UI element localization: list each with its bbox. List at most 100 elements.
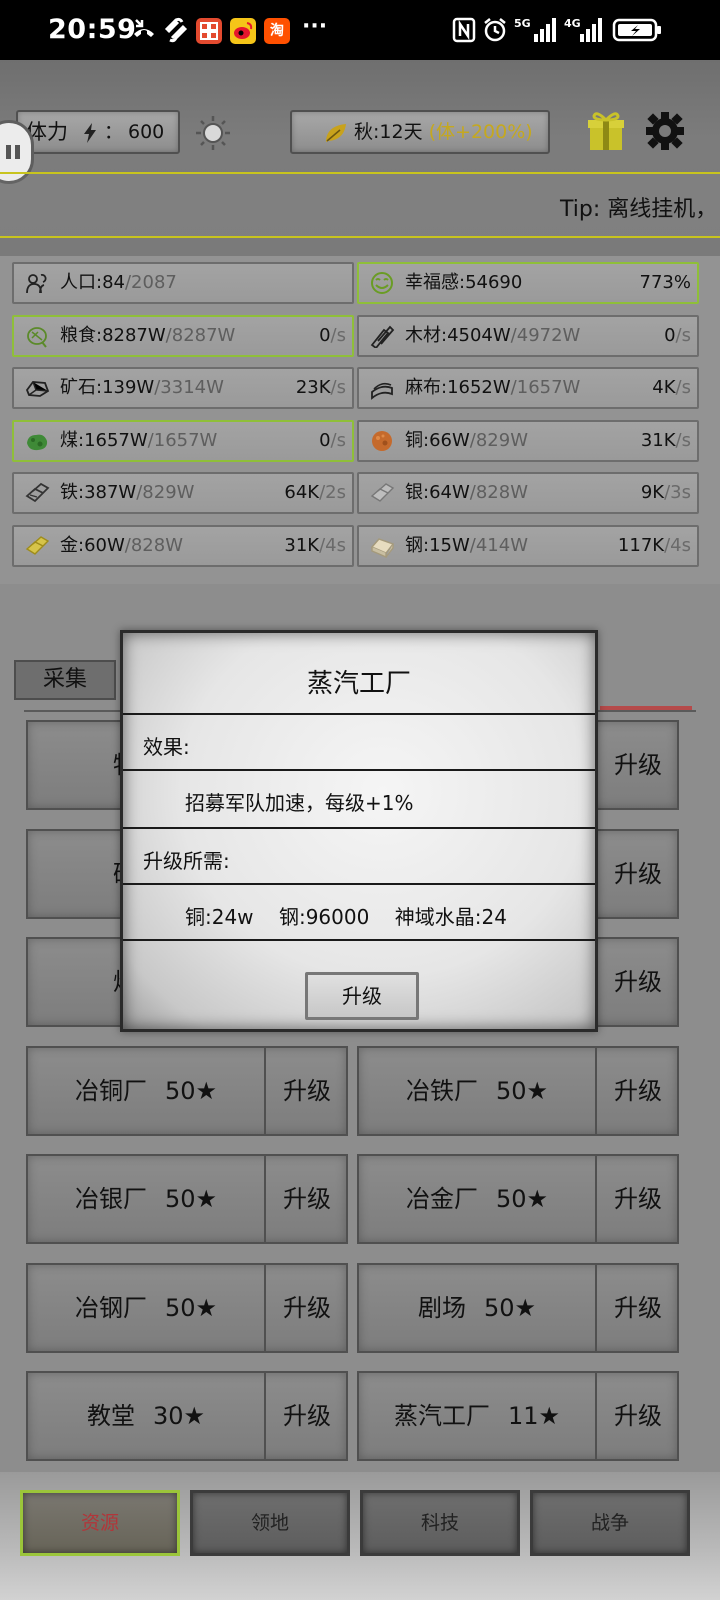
building-upgrade-button[interactable]: 升级 xyxy=(597,1265,679,1351)
resource-cell[interactable]: 煤:1657W/1657W 0/s xyxy=(12,419,354,462)
building-upgrade-button[interactable]: 升级 xyxy=(597,831,679,917)
resource-amount: 铜:66W xyxy=(405,429,470,451)
building-level-stars: 50★ xyxy=(164,1185,218,1213)
resource-rate-unit: /s xyxy=(330,429,346,451)
upgrade-dialog: 蒸汽工厂 效果: 招募军队加速，每级+1% 升级所需: 铜:24w 钢:9600… xyxy=(120,630,598,1032)
resource-label: 煤:1657W/1657W xyxy=(60,422,217,460)
link-icon xyxy=(164,17,188,43)
resource-label: 钢:15W/414W xyxy=(405,527,528,565)
happy-icon xyxy=(371,272,393,294)
svg-text:5G: 5G xyxy=(514,17,531,30)
resource-cell[interactable]: 金:60W/828W 31K/4s xyxy=(12,524,354,567)
xiaohongshu-app-icon xyxy=(196,18,222,44)
season-panel[interactable]: 秋:12天 (体+200%) xyxy=(290,110,550,154)
building-upgrade-button[interactable]: 升级 xyxy=(597,1373,679,1459)
building-upgrade-button[interactable]: 升级 xyxy=(597,1048,679,1134)
resource-cell[interactable]: 粮食:8287W/8287W 0/s xyxy=(12,314,354,357)
resource-rate-value: 4K xyxy=(652,377,676,398)
dialog-upgrade-button[interactable]: 升级 xyxy=(305,972,419,1020)
resource-rate-unit: /2s xyxy=(319,482,346,503)
resource-cell[interactable]: 银:64W/828W 9K/3s xyxy=(357,472,699,514)
building-upgrade-button[interactable]: 升级 xyxy=(266,1156,348,1242)
resource-cell[interactable]: 钢:15W/414W 117K/4s xyxy=(357,524,699,567)
building-upgrade-button[interactable]: 升级 xyxy=(597,939,679,1025)
gift-icon[interactable] xyxy=(586,108,626,154)
resource-amount: 幸福感:54690 xyxy=(405,272,523,293)
resource-cell[interactable]: 人口:84/2087 xyxy=(12,262,354,304)
dialog-title: 蒸汽工厂 xyxy=(306,669,411,699)
resource-rate-value: 31K xyxy=(284,534,320,556)
resource-rate: 64K/2s xyxy=(284,474,346,512)
building-name[interactable]: 冶钢厂 50★ xyxy=(28,1264,266,1351)
effect-text: 招募军队加速，每级+1% xyxy=(185,791,414,815)
lightning-icon xyxy=(84,123,96,143)
tip-marquee: Tip: 离线挂机， xyxy=(0,172,720,238)
building-name[interactable]: 教堂 30★ xyxy=(28,1373,266,1459)
alarm-icon xyxy=(484,18,506,42)
steel-icon xyxy=(370,537,395,558)
resource-amount: 煤:1657W xyxy=(60,429,148,451)
dialog-divider xyxy=(123,939,595,941)
building-card: 冶铜厂 50★ 升级 xyxy=(26,1045,348,1136)
resource-amount: 铁:387W xyxy=(60,482,137,503)
building-name[interactable]: 冶金厂 50★ xyxy=(359,1156,597,1242)
building-name[interactable]: 剧场 50★ xyxy=(359,1264,597,1351)
resource-cell[interactable]: 麻布:1652W/1657W 4K/s xyxy=(357,367,699,409)
building-name[interactable]: 冶铁厂 50★ xyxy=(359,1047,597,1134)
resource-capacity: /3314W xyxy=(154,377,224,398)
building-card: 蒸汽工厂 11★ 升级 xyxy=(357,1371,679,1461)
building-upgrade-button[interactable]: 升级 xyxy=(266,1265,348,1351)
resource-rate: 23K/s xyxy=(296,369,346,407)
building-card: 教堂 30★ 升级 xyxy=(26,1371,348,1461)
resource-capacity: /414W xyxy=(469,534,528,556)
leaf-icon xyxy=(326,124,346,142)
tab-collect[interactable]: 采集 xyxy=(14,660,116,700)
resource-rate-unit: /4s xyxy=(664,534,691,556)
gold-icon xyxy=(25,535,50,555)
season-text: 秋:12天 xyxy=(354,121,423,143)
settings-gear-icon[interactable] xyxy=(644,110,686,152)
resource-capacity: /1657W xyxy=(510,377,581,398)
resource-cell[interactable]: 铜:66W/829W 31K/s xyxy=(357,419,699,462)
resource-capacity: /828W xyxy=(124,534,183,556)
building-name[interactable]: 冶银厂 50★ xyxy=(28,1156,266,1242)
building-name[interactable]: 蒸汽工厂 11★ xyxy=(359,1373,597,1459)
resource-rate: 117K/4s xyxy=(618,527,691,565)
status-time: 20:59 xyxy=(48,14,137,45)
building-upgrade-button[interactable]: 升级 xyxy=(597,722,679,808)
resource-rate: 31K/4s xyxy=(284,527,346,565)
resource-rate-unit: /4s xyxy=(319,534,346,556)
nav-tab[interactable]: 科技 xyxy=(360,1490,520,1556)
resource-amount: 木材:4504W xyxy=(405,324,511,346)
resource-cell[interactable]: 幸福感:54690 773% xyxy=(357,262,699,304)
nav-tab[interactable]: 资源 xyxy=(20,1490,180,1556)
copper-icon xyxy=(372,430,392,451)
nav-tab[interactable]: 领地 xyxy=(190,1490,350,1556)
energy-panel[interactable]: 体力 ： 600 xyxy=(16,110,180,154)
wood-icon xyxy=(370,325,395,348)
resource-amount: 人口:84 xyxy=(60,272,125,293)
resource-label: 木材:4504W/4972W xyxy=(405,317,580,355)
building-level-stars: 50★ xyxy=(495,1185,549,1213)
resource-cell[interactable]: 铁:387W/829W 64K/2s xyxy=(12,472,354,514)
resource-cell[interactable]: 矿石:139W/3314W 23K/s xyxy=(12,367,354,409)
dialog-divider xyxy=(123,769,595,771)
building-upgrade-button[interactable]: 升级 xyxy=(266,1373,348,1459)
nav-tab[interactable]: 战争 xyxy=(530,1490,690,1556)
resource-cell[interactable]: 木材:4504W/4972W 0/s xyxy=(357,314,699,357)
weibo-app-icon xyxy=(230,18,256,44)
building-name[interactable]: 冶铜厂 50★ xyxy=(28,1047,266,1134)
resource-rate: 31K/s xyxy=(641,422,691,460)
building-upgrade-button[interactable]: 升级 xyxy=(597,1156,679,1242)
sun-icon xyxy=(196,116,230,150)
5g-signal-icon: 5G xyxy=(514,17,556,42)
more-notifications-icon: ··· xyxy=(302,14,328,39)
resource-rate-value: 9K xyxy=(640,482,665,503)
ore-icon xyxy=(25,381,50,397)
resource-rate: 4K/s xyxy=(652,369,691,407)
resource-label: 银:64W/828W xyxy=(405,474,528,512)
building-upgrade-button[interactable]: 升级 xyxy=(266,1048,348,1134)
building-title: 教堂 xyxy=(86,1402,135,1430)
effect-label: 效果: xyxy=(143,735,190,759)
resource-amount: 麻布:1652W xyxy=(405,377,511,398)
